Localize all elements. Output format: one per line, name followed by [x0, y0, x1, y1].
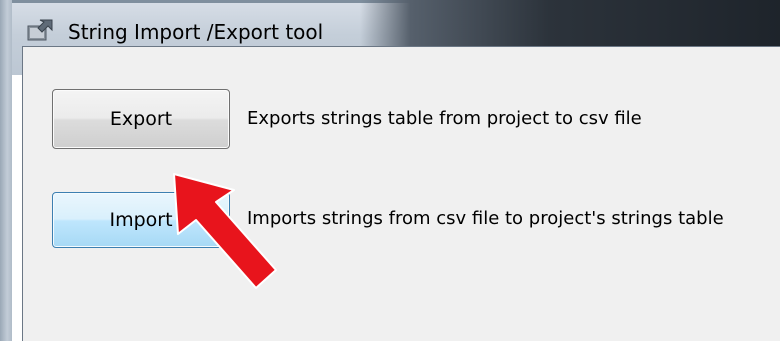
- dialog-client-area: Export Exports strings table from projec…: [22, 46, 780, 341]
- window-frame-left: [0, 0, 12, 341]
- import-button[interactable]: Import: [52, 192, 230, 248]
- export-button[interactable]: Export: [52, 89, 230, 149]
- title-bar-glass: [360, 0, 780, 46]
- string-import-export-window: String Import /Export tool Export Export…: [0, 0, 780, 341]
- app-window-icon[interactable]: [26, 18, 56, 44]
- export-description: Exports strings table from project to cs…: [247, 108, 642, 129]
- import-description: Imports strings from csv file to project…: [247, 208, 724, 229]
- window-title: String Import /Export tool: [68, 20, 324, 44]
